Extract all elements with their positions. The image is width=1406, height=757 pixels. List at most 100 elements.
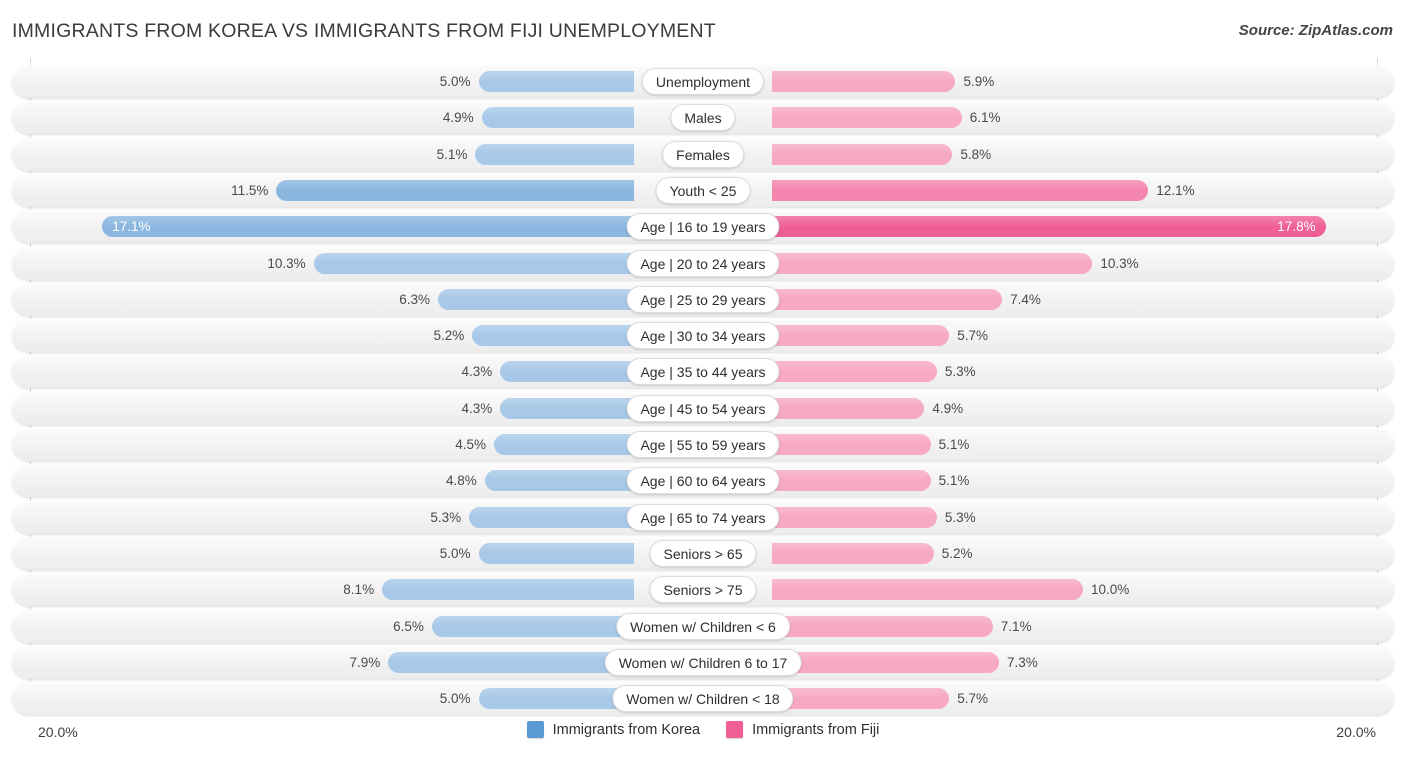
bar-right: [772, 688, 950, 710]
value-label-right: 5.7%: [957, 691, 989, 707]
bar-left: [431, 615, 635, 637]
category-label: Age | 35 to 44 years: [626, 358, 780, 386]
chart-row: 6.5% 7.1% Women w/ Children < 6: [12, 609, 1394, 643]
value-label-left: 8.1%: [343, 582, 375, 598]
value-label-left: 5.2%: [433, 328, 465, 344]
value-label-right: 12.1%: [1156, 182, 1195, 198]
category-label: Unemployment: [641, 68, 765, 95]
legend-item[interactable]: Immigrants from Korea: [526, 721, 701, 738]
bar-left: [500, 361, 634, 383]
chart-row-inner: 5.1% 5.8% Females: [12, 138, 1394, 171]
bar-left: [276, 179, 634, 201]
value-label-right: 7.1%: [1000, 618, 1032, 634]
bar-left: [478, 542, 634, 564]
category-label: Youth < 25: [655, 176, 751, 204]
bar-right: [772, 470, 931, 492]
category-label: Seniors > 75: [649, 576, 757, 604]
chart-row: 5.0% 5.7% Women w/ Children < 18: [12, 682, 1394, 716]
legend-label: Immigrants from Korea: [552, 721, 701, 738]
bar-right: [772, 397, 925, 419]
category-label: Women w/ Children < 6: [616, 612, 790, 640]
bar-right: [772, 615, 993, 637]
chart-row: 4.3% 4.9% Age | 45 to 54 years: [12, 391, 1394, 425]
value-label-right: 10.0%: [1091, 582, 1130, 598]
value-label-left: 5.0%: [439, 691, 471, 707]
bar-left: [475, 143, 634, 165]
bar-left: [494, 434, 634, 455]
chart-row-inner: 7.9% 7.3% Women w/ Children 6 to 17: [12, 646, 1394, 679]
bar-right: [772, 252, 1093, 274]
value-label-right: 5.1%: [938, 437, 970, 452]
chart-row: 4.5% 5.1% Age | 55 to 59 years: [12, 428, 1394, 461]
value-label-right: 5.9%: [963, 74, 995, 89]
category-label: Females: [662, 140, 744, 168]
bar-right: [772, 325, 950, 347]
bar-right: [772, 288, 1003, 310]
chart-row: 5.3% 5.3% Age | 65 to 74 years: [12, 500, 1394, 534]
category-label: Women w/ Children 6 to 17: [604, 648, 802, 676]
value-label-left: 5.0%: [439, 74, 471, 89]
value-label-left: 11.5%: [231, 182, 269, 198]
bar-right: [772, 107, 962, 129]
chart-row: 5.2% 5.7% Age | 30 to 34 years: [12, 319, 1394, 353]
value-label-right: 4.9%: [932, 400, 964, 416]
bar-right: [772, 179, 1149, 201]
bar-right: [772, 579, 1083, 601]
chart-row: 5.1% 5.8% Females: [12, 137, 1394, 171]
bar-left: [382, 579, 634, 601]
legend-item[interactable]: Immigrants from Fiji: [726, 721, 879, 738]
category-label: Age | 20 to 24 years: [626, 249, 780, 277]
chart-row-inner: 5.2% 5.7% Age | 30 to 34 years: [12, 319, 1394, 352]
bar-right: [772, 651, 1000, 673]
bar-right: [772, 71, 956, 92]
value-label-left: 5.0%: [439, 545, 471, 561]
value-label-left: 7.9%: [349, 654, 381, 670]
chart-row-inner: 17.1% 17.8% Age | 16 to 19 years: [12, 210, 1394, 243]
chart-footer: 20.0% 20.0% Immigrants from Korea Immigra…: [0, 713, 1406, 757]
value-label-right: 7.4%: [1010, 291, 1041, 307]
page-title: IMMIGRANTS FROM KOREA VS IMMIGRANTS FROM…: [12, 20, 716, 42]
value-label-left: 6.5%: [393, 618, 424, 634]
chart-row: 5.0% 5.2% Seniors > 65: [12, 536, 1394, 570]
value-label-left: 4.3%: [461, 364, 493, 380]
chart-row-inner: 4.3% 4.9% Age | 45 to 54 years: [12, 392, 1394, 425]
category-label: Age | 25 to 29 years: [626, 285, 780, 313]
bar-left: [500, 397, 634, 419]
category-label: Age | 30 to 34 years: [626, 322, 780, 350]
value-label-right: 10.3%: [1100, 255, 1139, 271]
chart-row: 4.3% 5.3% Age | 35 to 44 years: [12, 355, 1394, 389]
chart-page: IMMIGRANTS FROM KOREA VS IMMIGRANTS FROM…: [0, 0, 1406, 757]
chart-row: 10.3% 10.3% Age | 20 to 24 years: [12, 246, 1394, 280]
value-label-left: 4.9%: [442, 110, 474, 126]
chart-row-inner: 5.0% 5.9% Unemployment: [12, 65, 1394, 98]
legend-label: Immigrants from Fiji: [752, 721, 880, 738]
chart-row-inner: 5.0% 5.2% Seniors > 65: [12, 537, 1394, 570]
chart-row-inner: 4.3% 5.3% Age | 35 to 44 years: [12, 355, 1394, 388]
bar-left: [469, 506, 634, 528]
chart-row: 7.9% 7.3% Women w/ Children 6 to 17: [12, 645, 1394, 679]
value-label-right: 7.3%: [1007, 654, 1038, 670]
bar-right: [772, 361, 937, 383]
legend-swatch-icon: [526, 721, 544, 738]
chart-row: 4.8% 5.1% Age | 60 to 64 years: [12, 464, 1394, 498]
bar-left: [481, 107, 635, 129]
value-label-right: 5.3%: [944, 509, 976, 525]
bar-right: [772, 143, 953, 165]
chart-row-inner: 4.5% 5.1% Age | 55 to 59 years: [12, 428, 1394, 461]
value-label-right: 5.7%: [957, 328, 989, 344]
category-label: Age | 55 to 59 years: [626, 431, 780, 458]
category-label: Seniors > 65: [649, 539, 757, 567]
chart-row-inner: 5.3% 5.3% Age | 65 to 74 years: [12, 501, 1394, 534]
chart-row: 8.1% 10.0% Seniors > 75: [12, 573, 1394, 607]
value-label-left: 5.1%: [436, 146, 468, 162]
bar-left: [388, 651, 634, 673]
bar-right: [772, 216, 1326, 238]
value-label-right: 6.1%: [969, 110, 1001, 126]
bar-left: [102, 216, 634, 238]
chart-header: IMMIGRANTS FROM KOREA VS IMMIGRANTS FROM…: [0, 0, 1406, 58]
bar-right: [772, 506, 937, 528]
source-attribution: Source: ZipAtlas.com: [1238, 22, 1393, 39]
bar-left: [438, 288, 634, 310]
category-label: Age | 45 to 54 years: [626, 394, 780, 422]
diverging-bar-plot: 5.0% 5.9% Unemployment 4.9% 6.1% Males 5.1% 5.8…: [0, 58, 1406, 716]
